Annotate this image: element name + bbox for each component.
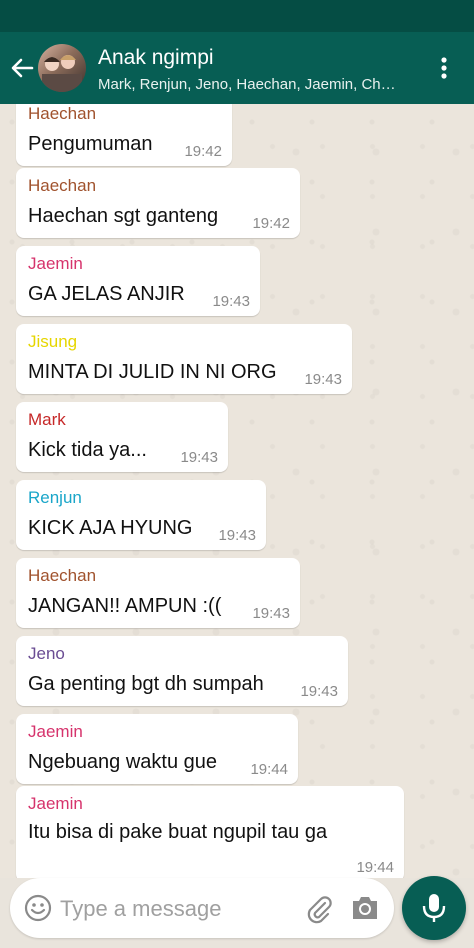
message-time: 19:43 (180, 449, 218, 466)
message-time: 19:43 (304, 371, 342, 388)
message-sender: Haechan (28, 176, 97, 195)
message-sender: Renjun (28, 488, 82, 507)
message-text: Ga penting bgt dh sumpah (28, 673, 264, 695)
message-time: 19:43 (212, 293, 250, 310)
paperclip-icon[interactable] (304, 894, 334, 924)
more-options-icon[interactable] (432, 54, 456, 82)
message-bubble[interactable]: Haechan JANGAN!! AMPUN :(( 19:43 (16, 558, 300, 628)
message-sender: Haechan (28, 104, 97, 123)
message-sender: Jisung (28, 332, 78, 351)
emoji-icon[interactable] (24, 894, 52, 922)
chat-title[interactable]: Anak ngimpi (98, 46, 214, 70)
message-sender: Jeno (28, 644, 65, 663)
message-text: JANGAN!! AMPUN :(( (28, 595, 222, 617)
chat-participants[interactable]: Mark, Renjun, Jeno, Haechan, Jaemin, Che… (98, 76, 403, 93)
status-bar (0, 0, 474, 32)
microphone-icon (422, 894, 446, 922)
back-arrow-icon[interactable] (8, 54, 36, 82)
message-bubble[interactable]: Haechan Pengumuman 19:42 (16, 104, 232, 166)
message-text: Ngebuang waktu gue (28, 751, 218, 773)
camera-icon[interactable] (350, 894, 380, 922)
message-bubble[interactable]: Renjun KICK AJA HYUNG 19:43 (16, 480, 266, 550)
message-bubble[interactable]: Jisung MINTA DI JULID IN NI ORG 19:43 (16, 324, 352, 394)
message-time: 19:42 (252, 215, 290, 232)
message-text: MINTA DI JULID IN NI ORG (28, 361, 277, 383)
message-bubble[interactable]: Jaemin Ngebuang waktu gue 19:44 (16, 714, 298, 784)
chat-header[interactable]: Anak ngimpi Mark, Renjun, Jeno, Haechan,… (0, 32, 474, 104)
message-sender: Mark (28, 410, 66, 429)
message-sender: Jaemin (28, 254, 83, 273)
message-input-bar[interactable]: Type a message (10, 878, 394, 938)
message-sender: Haechan (28, 566, 97, 585)
message-bubble[interactable]: Haechan Haechan sgt ganteng 19:42 (16, 168, 300, 238)
microphone-button[interactable] (402, 876, 466, 940)
message-time: 19:42 (184, 143, 222, 160)
message-time: 19:44 (356, 859, 394, 876)
message-bubble[interactable]: Jeno Ga penting bgt dh sumpah 19:43 (16, 636, 348, 706)
message-time: 19:44 (250, 761, 288, 778)
message-time: 19:43 (218, 527, 256, 544)
message-time: 19:43 (252, 605, 290, 622)
message-bubble[interactable]: Jaemin Itu bisa di pake buat ngupil tau … (16, 786, 404, 878)
message-text: Haechan sgt ganteng (28, 205, 219, 227)
message-time: 19:43 (300, 683, 338, 700)
message-list[interactable]: Haechan Pengumuman 19:42 Haechan Haechan… (0, 104, 474, 878)
group-avatar[interactable] (38, 44, 86, 92)
message-text: Itu bisa di pake buat ngupil tau ga (28, 821, 328, 843)
message-sender: Jaemin (28, 722, 83, 741)
message-sender: Jaemin (28, 794, 83, 813)
message-input[interactable]: Type a message (60, 896, 221, 922)
message-bubble[interactable]: Jaemin GA JELAS ANJIR 19:43 (16, 246, 260, 316)
message-bubble[interactable]: Mark Kick tida ya... 19:43 (16, 402, 228, 472)
